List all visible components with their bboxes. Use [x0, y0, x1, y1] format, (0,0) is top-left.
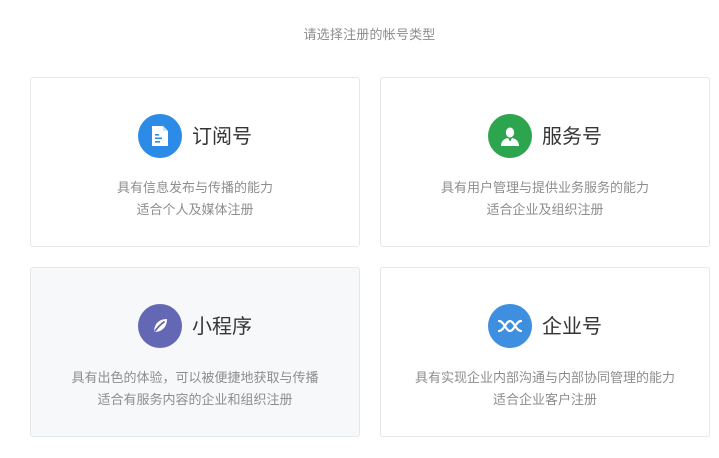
service-account-card[interactable]: 服务号 具有用户管理与提供业务服务的能力 适合企业及组织注册 [380, 77, 710, 247]
description-line: 适合企业及组织注册 [486, 203, 604, 218]
description-line: 适合个人及媒体注册 [136, 203, 254, 218]
page-title: 请选择注册的帐号类型 [303, 28, 436, 43]
mini-program-leaf-icon [138, 304, 182, 348]
description-line: 具有出色的体验，可以被便捷地获取与传播 [71, 371, 319, 386]
card-description: 具有实现企业内部沟通与内部协同管理的能力 适合企业客户注册 [381, 368, 709, 412]
card-title: 服务号 [542, 124, 602, 148]
card-header: 订阅号 [31, 114, 359, 158]
card-header: 小程序 [31, 304, 359, 348]
description-line: 适合有服务内容的企业和组织注册 [97, 393, 293, 408]
mini-program-card[interactable]: 小程序 具有出色的体验，可以被便捷地获取与传播 适合有服务内容的企业和组织注册 [30, 267, 360, 437]
card-title: 小程序 [192, 314, 252, 338]
subscription-doc-icon [138, 114, 182, 158]
description-line: 具有用户管理与提供业务服务的能力 [440, 181, 649, 196]
description-line: 适合企业客户注册 [492, 393, 597, 408]
card-header: 企业号 [381, 304, 709, 348]
card-description: 具有出色的体验，可以被便捷地获取与传播 适合有服务内容的企业和组织注册 [31, 368, 359, 412]
card-title: 企业号 [542, 314, 602, 338]
description-line: 具有信息发布与传播的能力 [116, 181, 273, 196]
enterprise-account-card[interactable]: 企业号 具有实现企业内部沟通与内部协同管理的能力 适合企业客户注册 [380, 267, 710, 437]
subscription-account-card[interactable]: 订阅号 具有信息发布与传播的能力 适合个人及媒体注册 [30, 77, 360, 247]
description-line: 具有实现企业内部沟通与内部协同管理的能力 [414, 371, 675, 386]
card-description: 具有用户管理与提供业务服务的能力 适合企业及组织注册 [381, 178, 709, 222]
card-header: 服务号 [381, 114, 709, 158]
account-type-page: 请选择注册的帐号类型 订阅号 具有信息发布与传播的能力 适合个人及媒体注册 服务… [0, 0, 719, 458]
card-title: 订阅号 [192, 124, 252, 148]
service-person-icon [488, 114, 532, 158]
card-description: 具有信息发布与传播的能力 适合个人及媒体注册 [31, 178, 359, 222]
enterprise-link-icon [488, 304, 532, 348]
